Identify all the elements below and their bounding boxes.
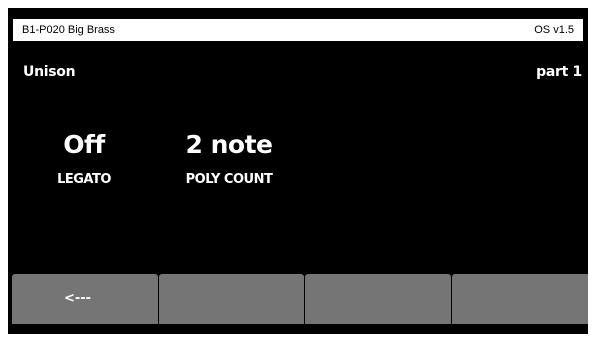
synth-display: B1-P020 Big Brass OS v1.5 Unison part 1 … (8, 8, 588, 334)
param-legato[interactable]: Off LEGATO (14, 130, 154, 187)
page-title: Unison (23, 64, 76, 80)
part-indicator: part 1 (536, 64, 582, 80)
softkey-3[interactable] (305, 274, 451, 324)
softkey-2[interactable] (158, 274, 304, 324)
patch-name: B1-P020 Big Brass (22, 24, 115, 36)
softkey-4[interactable] (451, 274, 588, 324)
back-softkey[interactable]: <--- (12, 274, 158, 324)
softkey-bar: <--- (12, 274, 588, 324)
back-arrow-icon: <--- (64, 291, 92, 306)
param-poly-count[interactable]: 2 note POLY COUNT (159, 130, 299, 187)
param-value: 2 note (185, 130, 273, 159)
os-version: OS v1.5 (534, 24, 574, 36)
param-value: Off (63, 130, 105, 159)
param-label: POLY COUNT (185, 172, 273, 187)
param-label: LEGATO (57, 172, 111, 187)
title-bar: B1-P020 Big Brass OS v1.5 (13, 19, 583, 41)
